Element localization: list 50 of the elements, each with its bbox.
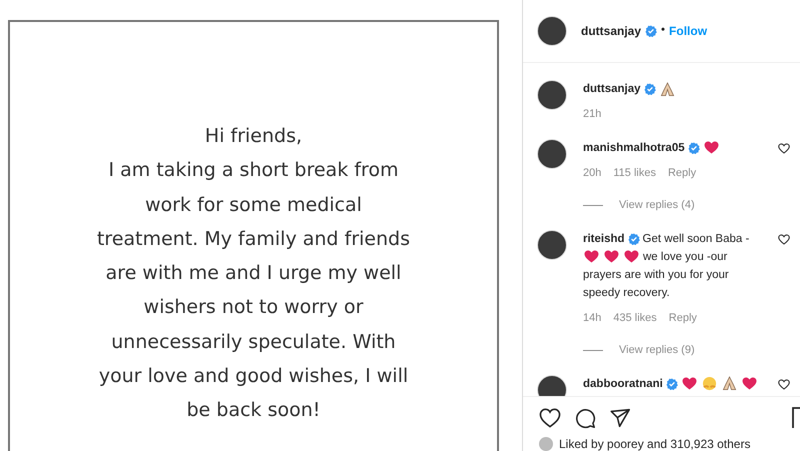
comment-text: Get well soon Baba - [642,232,750,246]
post-text-line: are with me and I urge my well [106,261,402,286]
post-text-line: your love and good wishes, I will [98,364,408,390]
user-avatar[interactable] [537,80,567,110]
comment-username[interactable]: dabbooratnani [583,374,663,392]
comment-bubble-icon[interactable] [575,408,596,428]
hugging-face-emoji-icon [702,376,717,391]
like-heart-icon[interactable] [778,234,790,244]
post-text-line: I am taking a short break from [108,158,398,184]
heart-emoji-icon [742,377,757,390]
post-text-line: unnecessarily speculate. With [111,330,396,355]
user-avatar[interactable] [537,138,567,168]
comment-text: we love you -our [643,250,728,264]
view-replies-button[interactable]: View replies (4) [619,197,695,214]
post-text-line: be back soon! [186,398,320,424]
post-text-line: Hi friends, [204,124,302,149]
comment-username[interactable]: riteishd [583,230,625,248]
reply-button[interactable]: Reply [668,164,696,181]
user-avatar [539,437,553,451]
user-avatar[interactable] [537,16,567,46]
post-text-line: treatment. My family and friends [96,226,410,252]
heart-emoji-icon [682,377,697,390]
reply-button[interactable]: Reply [668,310,697,326]
follow-button[interactable]: Follow [669,22,708,40]
heart-emoji-icon [704,141,719,154]
liked-by-text[interactable]: Liked by poorey and 310,923 others [559,435,750,451]
post-text-line: wishers not to worry or [144,295,364,320]
separator-dot: • [661,23,666,38]
comment-likes[interactable]: 115 likes [613,164,656,181]
view-replies-button[interactable]: View replies (9) [619,342,695,358]
comment-time: 14h [583,310,602,326]
comment-time: 21h [583,107,602,122]
post-text-line: work for some medical [145,192,362,218]
heart-emoji-icon [624,250,639,263]
user-avatar[interactable] [537,230,567,260]
comment-username[interactable]: manishmalhotra05 [583,138,685,156]
comment-likes[interactable]: 435 likes [613,310,657,326]
username-link[interactable]: duttsanjay [581,22,642,40]
comment-username[interactable]: duttsanjay [583,80,641,98]
comment-text: speedy recovery. [583,286,670,300]
like-heart-icon[interactable] [778,378,790,390]
bookmark-icon[interactable] [792,407,800,429]
user-avatar[interactable] [537,374,567,396]
heart-emoji-icon [584,250,599,263]
heart-emoji-icon [604,250,619,263]
like-heart-icon[interactable] [778,142,790,154]
comment-time: 20h [583,166,602,180]
comment-text: prayers are with you for your [583,268,729,282]
like-heart-icon[interactable] [539,408,561,428]
share-plane-icon[interactable] [610,408,631,428]
